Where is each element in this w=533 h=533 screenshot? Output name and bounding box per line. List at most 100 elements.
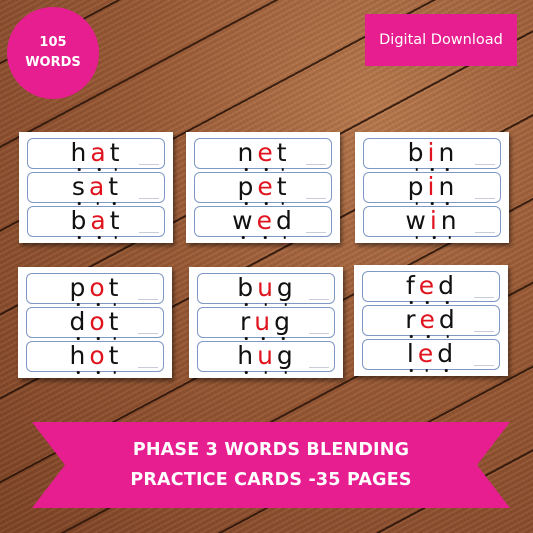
consonant-letter: b: [407, 137, 426, 167]
consonant-letter: r: [239, 306, 253, 336]
footer-mark: [139, 198, 159, 199]
footer-mark: [139, 164, 159, 165]
consonant-letter: d: [275, 205, 294, 235]
vowel-letter: e: [257, 137, 275, 167]
footer-mark: [475, 232, 495, 233]
word-strip: pot: [26, 273, 164, 304]
word: pet: [236, 174, 289, 199]
footer-mark: [474, 331, 494, 332]
word-strip: fed: [362, 271, 500, 302]
consonant-letter: h: [70, 137, 89, 167]
consonant-letter: n: [237, 137, 256, 167]
consonant-letter: s: [71, 171, 87, 201]
word-card: fedredled: [354, 265, 508, 376]
word-strip: hat: [27, 138, 165, 169]
vowel-letter: u: [257, 340, 275, 370]
vowel-letter: i: [427, 137, 437, 167]
consonant-letter: t: [108, 306, 121, 336]
banner-line-1: PHASE 3 WORDS BLENDING: [132, 440, 410, 460]
word-strip: dot: [26, 307, 164, 338]
word: hat: [70, 140, 123, 165]
word-card: bugrughug: [189, 267, 343, 378]
vowel-letter: i: [427, 171, 437, 201]
word-strip: sat: [27, 172, 165, 203]
footer-mark: [475, 164, 495, 165]
word: sat: [71, 174, 121, 199]
consonant-letter: t: [109, 205, 122, 235]
word: rug: [239, 309, 293, 334]
consonant-letter: g: [274, 306, 292, 336]
banner-line-2: PRACTICE CARDS -35 PAGES: [130, 470, 412, 490]
vowel-letter: i: [429, 205, 439, 235]
consonant-letter: n: [438, 137, 457, 167]
digital-download-label: Digital Download: [379, 32, 503, 48]
word: led: [406, 341, 456, 366]
vowel-letter: o: [89, 306, 107, 336]
word: pot: [69, 275, 122, 300]
word-strip: net: [194, 138, 332, 169]
footer-mark: [475, 198, 495, 199]
footer-mark: [138, 333, 158, 334]
consonant-letter: t: [108, 340, 121, 370]
consonant-letter: n: [438, 171, 457, 201]
footer-mark: [309, 333, 329, 334]
vowel-letter: e: [257, 171, 275, 201]
word: red: [404, 307, 458, 332]
word-card: binpinwin: [355, 132, 509, 243]
word: wed: [231, 208, 295, 233]
word-strip: hug: [197, 341, 335, 372]
vowel-letter: a: [90, 137, 108, 167]
footer-mark: [138, 299, 158, 300]
footer-mark: [306, 198, 326, 199]
digital-download-tag: Digital Download: [365, 14, 517, 66]
footer-mark: [306, 164, 326, 165]
footer-mark: [139, 232, 159, 233]
consonant-letter: n: [440, 205, 459, 235]
word-strip: hot: [26, 341, 164, 372]
footer-mark: [138, 367, 158, 368]
word-strip: bin: [363, 138, 501, 169]
vowel-letter: o: [89, 340, 107, 370]
consonant-letter: p: [69, 272, 88, 302]
vowel-letter: a: [90, 205, 108, 235]
word-card: netpetwed: [186, 132, 340, 243]
footer-mark: [306, 232, 326, 233]
badge-label: WORDS: [25, 55, 81, 70]
consonant-letter: p: [407, 171, 426, 201]
word-strip: led: [362, 339, 500, 370]
word-strip: pin: [363, 172, 501, 203]
consonant-letter: h: [69, 340, 88, 370]
word: hug: [236, 343, 296, 368]
title-banner: PHASE 3 WORDS BLENDING PRACTICE CARDS -3…: [32, 422, 510, 508]
badge-count: 105: [39, 35, 67, 50]
vowel-letter: o: [89, 272, 107, 302]
consonant-letter: f: [405, 270, 417, 300]
word: net: [236, 140, 289, 165]
consonant-letter: h: [237, 340, 256, 370]
consonant-letter: d: [438, 270, 457, 300]
word: bat: [69, 208, 122, 233]
footer-mark: [309, 299, 329, 300]
consonant-letter: t: [276, 171, 289, 201]
consonant-letter: b: [70, 205, 89, 235]
consonant-letter: l: [406, 338, 416, 368]
word-strip: wed: [194, 206, 332, 237]
word-strip: win: [363, 206, 501, 237]
word: fed: [405, 273, 457, 298]
consonant-letter: t: [108, 171, 121, 201]
consonant-letter: p: [237, 171, 256, 201]
word-count-badge: 105 WORDS: [7, 7, 99, 99]
consonant-letter: r: [405, 304, 418, 334]
consonant-letter: d: [437, 338, 456, 368]
word-strip: bat: [27, 206, 165, 237]
consonant-letter: d: [69, 306, 88, 336]
consonant-letter: g: [276, 272, 295, 302]
vowel-letter: e: [419, 304, 437, 334]
consonant-letter: t: [276, 137, 289, 167]
word-strip: bug: [197, 273, 335, 304]
word: hot: [69, 343, 122, 368]
vowel-letter: e: [417, 338, 436, 368]
consonant-letter: w: [405, 205, 428, 235]
footer-mark: [474, 297, 494, 298]
vowel-letter: e: [256, 205, 274, 235]
